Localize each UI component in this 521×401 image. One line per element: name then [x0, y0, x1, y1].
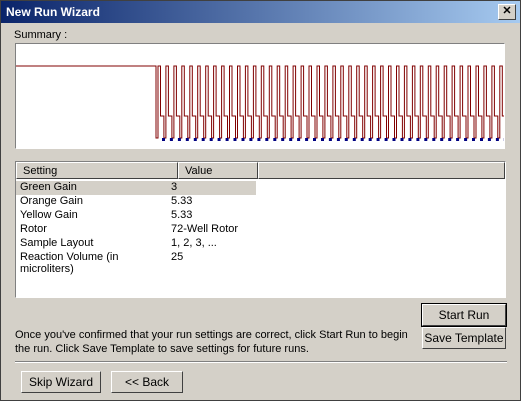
acquisition-marker [313, 138, 316, 141]
instructions-text: Once you've confirmed that your run sett… [15, 329, 408, 355]
acquisition-marker [201, 138, 205, 141]
value-cell: 25 [171, 251, 184, 263]
setting-cell: Green Gain [20, 181, 77, 193]
table-row[interactable]: Rotor 72-Well Rotor [16, 223, 256, 237]
back-button[interactable]: << Back [111, 371, 183, 393]
acquisition-marker [480, 138, 483, 141]
acquisition-marker [265, 138, 269, 141]
table-row[interactable]: Reaction Volume (in microliters) 25 [16, 251, 256, 275]
acquisition-marker [487, 138, 491, 141]
table-row[interactable]: Yellow Gain 5.33 [16, 209, 256, 223]
column-header-setting[interactable]: Setting [16, 162, 178, 179]
acquisition-marker [440, 138, 444, 141]
summary-graph [15, 43, 505, 149]
acquisition-marker [344, 138, 348, 141]
value-cell: 5.33 [171, 209, 193, 221]
setting-cell: Yellow Gain [20, 209, 78, 221]
wizard-window: New Run Wizard ✕ Summary : Setting Value… [0, 0, 521, 401]
acquisition-marker [352, 138, 356, 141]
close-icon[interactable]: ✕ [498, 4, 516, 20]
acquisition-marker [392, 138, 396, 141]
acquisition-marker [289, 138, 293, 141]
acquisition-marker [257, 138, 261, 141]
acquisition-marker [376, 138, 380, 141]
acquisition-marker [368, 138, 372, 141]
acquisition-marker [249, 138, 253, 141]
acquisition-marker [217, 138, 221, 141]
acquisition-marker [495, 138, 499, 141]
setting-cell: Sample Layout [20, 237, 94, 249]
acquisition-marker [241, 138, 245, 141]
acquisition-marker [162, 138, 165, 141]
acquisition-marker [416, 138, 420, 141]
acquisition-marker [408, 138, 412, 141]
temperature-trace [16, 65, 504, 139]
acquisition-marker [321, 138, 324, 141]
acquisition-marker [169, 138, 173, 141]
temperature-profile-chart [16, 65, 504, 141]
table-row[interactable]: Sample Layout 1, 2, 3, ... [16, 237, 256, 251]
acquisition-marker [193, 138, 197, 141]
save-template-button[interactable]: Save Template [422, 327, 506, 349]
acquisition-marker [233, 138, 237, 141]
value-cell: 1, 2, 3, ... [171, 237, 217, 249]
acquisition-marker [360, 138, 364, 141]
title-bar: New Run Wizard ✕ [1, 1, 520, 23]
skip-wizard-button[interactable]: Skip Wizard [21, 371, 101, 393]
acquisition-marker [297, 138, 301, 141]
acquisition-marker [209, 138, 213, 141]
value-cell: 72-Well Rotor [171, 223, 239, 235]
acquisition-marker [305, 138, 309, 141]
acquisition-marker [225, 138, 229, 141]
acquisition-marker [472, 138, 475, 141]
column-header-value[interactable]: Value [178, 162, 258, 179]
acquisition-marker [464, 138, 468, 141]
acquisition-marker [456, 138, 460, 141]
value-cell: 5.33 [171, 195, 193, 207]
setting-cell: Reaction Volume (in microliters) [20, 251, 119, 275]
acquisition-marker [336, 138, 340, 141]
window-title: New Run Wizard [6, 5, 100, 19]
acquisition-marker [273, 138, 277, 141]
acquisition-marker [384, 138, 388, 141]
divider [15, 361, 507, 363]
start-run-button[interactable]: Start Run [421, 303, 507, 327]
acquisition-marker [281, 138, 285, 141]
acquisition-marker [432, 138, 436, 141]
acquisition-marker [328, 138, 332, 141]
column-header-empty [258, 162, 505, 179]
acquisition-marker [185, 138, 189, 141]
acquisition-marker [400, 138, 404, 141]
value-cell: 3 [171, 181, 178, 193]
acquisition-marker [448, 138, 452, 141]
table-row[interactable]: Green Gain 3 [16, 181, 256, 195]
setting-cell: Orange Gain [20, 195, 83, 207]
table-row[interactable]: Orange Gain 5.33 [16, 195, 256, 209]
setting-cell: Rotor [20, 223, 47, 235]
settings-table: Setting Value Green Gain 3 Orange Gain 5… [15, 161, 506, 298]
acquisition-marker [177, 138, 181, 141]
summary-label: Summary : [14, 29, 68, 41]
acquisition-marker [424, 138, 428, 141]
